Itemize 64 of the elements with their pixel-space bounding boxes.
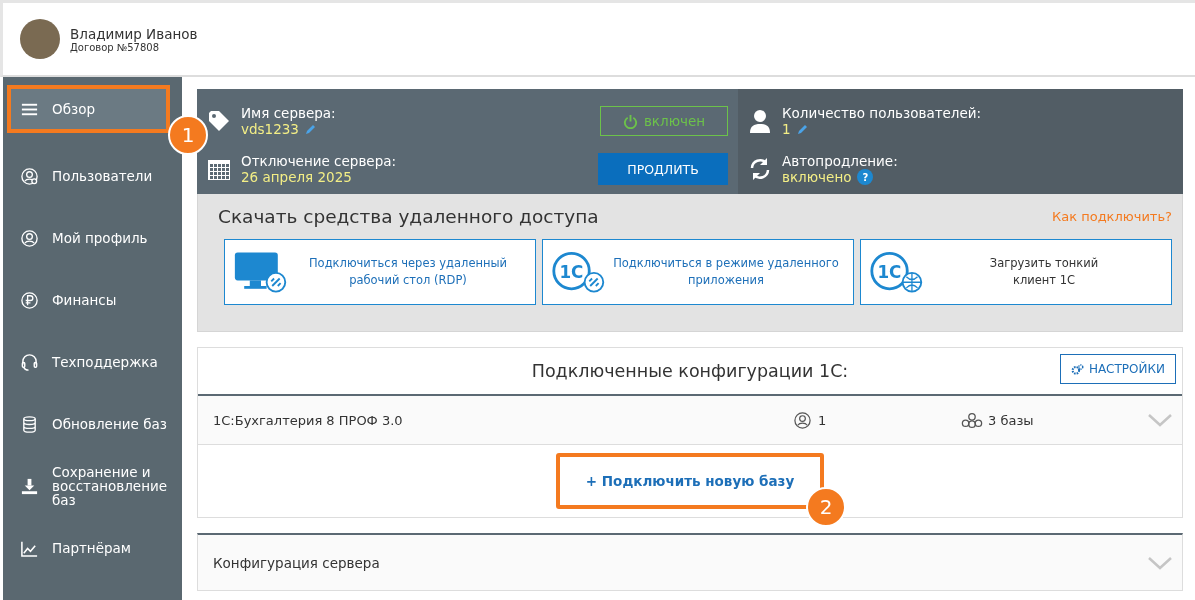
remote-connection-icon [265,272,287,293]
remote-connection-icon [583,272,605,293]
user-circle-icon [793,410,812,430]
pencil-icon[interactable] [796,123,809,135]
sidebar-item[interactable]: Обновление баз [3,393,182,455]
sidebar-item[interactable]: Партнёрам [3,517,182,579]
sidebar-item[interactable]: Мой профиль [3,207,182,269]
chevron-icon[interactable] [1148,555,1172,570]
sidebar-item[interactable]: Финансы [3,269,182,331]
ruble-icon [20,290,39,310]
configuration-name: 1С:Бухгалтерия 8 ПРОФ 3.0 [213,412,404,428]
sidebar-item[interactable]: Техподдержка [3,331,182,393]
user-icon [748,109,772,133]
settings-button[interactable]: НАСТРОЙКИ [1059,354,1176,384]
card-label: Загрузить тонкий клиент 1С [988,254,1100,289]
server-status: включен [600,106,728,136]
autorenew-label: Автопродление: [782,153,899,169]
step-number-badge: 1 [168,115,208,155]
pencil-icon[interactable] [304,123,317,135]
sidebar-item[interactable]: Обзор [7,85,170,133]
headset-icon [20,352,39,372]
user-circle-icon [20,228,39,248]
card-label: Подключиться в режиме удаленного приложения [612,254,840,289]
globe-icon [901,272,923,293]
card-label: Подключиться через удаленный рабочий стол (RDP) [307,254,509,289]
server-name: vds1233 [241,121,299,137]
logo-ring-icon [552,251,591,291]
monitor-icon [234,252,278,289]
bases-count: 3 базы [988,412,1034,428]
power-icon [622,113,638,129]
section-title: Конфигурация сервера [213,554,380,571]
user-name: Владимир Иванов [70,25,198,42]
server-name-label: Имя сервера: [241,105,337,121]
logo-text: 1C [559,261,584,282]
download-card[interactable]: 1C Загрузить тонкий клиент 1С [860,239,1172,305]
logo-ring-icon [870,251,909,291]
extend-button[interactable]: ПРОДЛИТЬ [598,153,728,185]
users-count: 1 [818,412,827,428]
database-icon [20,414,39,434]
gears-icon [1070,362,1084,376]
section-title: Подключенные конфигурации 1С: [531,361,849,381]
tag-icon [207,109,231,133]
user-circle-icon [20,166,39,186]
databases-icon [961,411,983,429]
download-icon [20,476,39,496]
configuration-row[interactable]: 1С:Бухгалтерия 8 ПРОФ 3.0 1 3 базы [198,396,1182,445]
shutdown-label: Отключение сервера: [241,153,398,169]
server-configuration-panel[interactable]: Конфигурация сервера [197,533,1183,591]
calendar-icon [207,157,231,181]
shutdown-date: 26 апреля 2025 [241,169,353,185]
download-card[interactable]: 1C Подключиться в режиме удаленного приложения [542,239,854,305]
chevron-icon[interactable] [1148,413,1172,427]
autorenew-status: включено [782,169,852,185]
refresh-icon [748,157,772,181]
users-count: 1 [782,121,791,137]
contract-number: Договор №57808 [70,41,161,53]
help-badge[interactable]: ? [857,169,874,185]
avatar-placeholder [20,19,60,59]
users-count-label: Количество пользователей: [782,105,983,121]
step-number-badge: 2 [806,487,847,527]
sidebar-item[interactable]: Сохранение и восстановление баз [3,455,182,517]
download-card[interactable]: Подключиться через удаленный рабочий стол (RDP) [224,239,536,305]
section-title: Скачать средства удаленного доступа [218,206,599,227]
logo-text: 1C [877,261,902,282]
